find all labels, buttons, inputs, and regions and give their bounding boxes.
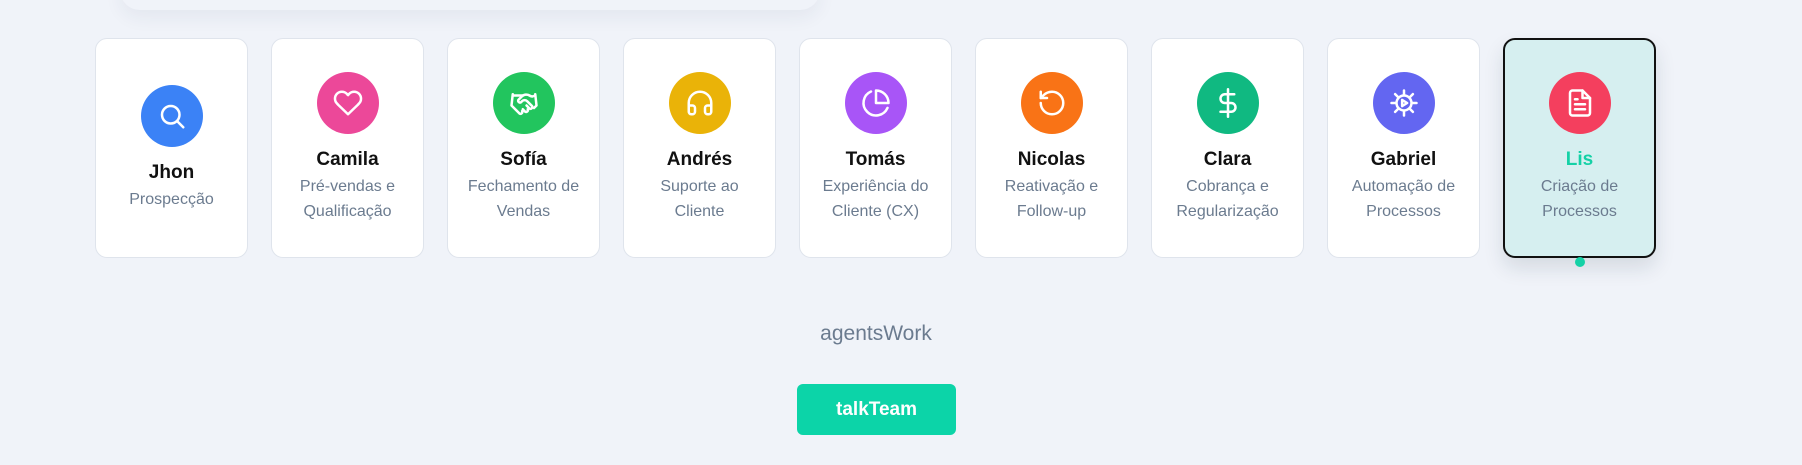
agent-name: Gabriel [1370, 149, 1437, 170]
agent-card-tomas[interactable]: Tomás Experiência do Cliente (CX) [799, 38, 952, 258]
agent-card-jhon[interactable]: Jhon Prospecção [95, 38, 248, 258]
agent-name: Jhon [148, 161, 195, 183]
document-icon [1568, 89, 1591, 117]
top-panel-shadow [120, 0, 820, 10]
agent-name: Clara [1203, 149, 1252, 170]
agent-card-gabriel[interactable]: Gabriel Automação de Processos [1327, 38, 1480, 258]
pie-chart-icon [861, 89, 890, 117]
agent-card-clara[interactable]: Clara Cobrança e Regularização [1151, 38, 1304, 258]
agent-role: Fechamento de Vendas [467, 178, 580, 220]
agent-icon-badge [844, 72, 907, 134]
agent-card-camila[interactable]: Camila Pré-vendas e Qualificação [271, 38, 424, 258]
section-label: agentsWork [820, 322, 932, 345]
agent-icon-badge [140, 84, 203, 147]
agent-icon-badge [1196, 72, 1259, 134]
agent-name: Sofía [500, 149, 547, 170]
agent-icon-badge [1020, 72, 1083, 134]
agent-role: Experiência do Cliente (CX) [822, 178, 929, 220]
agent-name: Lis [1565, 149, 1594, 170]
agent-icon-badge [1372, 72, 1435, 134]
agent-role: Cobrança e Regularização [1176, 178, 1279, 220]
agent-role: Suporte ao Cliente [660, 178, 739, 220]
agent-name: Nicolas [1017, 149, 1086, 170]
handshake-icon [509, 93, 538, 116]
headphones-icon [687, 90, 712, 116]
agent-role: Pré-vendas e Qualificação [299, 178, 396, 220]
rotate-ccw-icon [1039, 90, 1064, 116]
agent-role: Automação de Processos [1351, 178, 1456, 220]
agent-icon-badge [492, 72, 555, 134]
dollar-sign-icon [1218, 88, 1237, 118]
agent-role: Reativação e Follow-up [1004, 178, 1099, 220]
agent-card-lis[interactable]: Lis Criação de Processos [1503, 38, 1656, 267]
agent-card-nicolas[interactable]: Nicolas Reativação e Follow-up [975, 38, 1128, 258]
talk-team-button[interactable]: talkTeam [797, 384, 956, 435]
heart-icon [333, 90, 362, 116]
active-indicator-dot [1574, 257, 1585, 267]
agent-name: Camila [316, 149, 379, 170]
gear-icon [1389, 89, 1418, 117]
agent-icon-badge [668, 72, 731, 134]
agent-role: Prospecção [129, 190, 214, 208]
agent-role: Criação de Processos [1540, 178, 1619, 220]
agent-icon-badge [316, 72, 379, 134]
agent-name: Tomás [845, 149, 906, 170]
agent-icon-badge [1548, 72, 1611, 134]
agents-list: Jhon Prospecção Camila Pré-vendas e Qual… [95, 38, 1656, 267]
agent-card-andres[interactable]: Andrés Suporte ao Cliente [623, 38, 776, 258]
agent-card-sofia[interactable]: Sofía Fechamento de Vendas [447, 38, 600, 258]
search-icon [160, 104, 184, 128]
agent-name: Andrés [666, 149, 733, 170]
